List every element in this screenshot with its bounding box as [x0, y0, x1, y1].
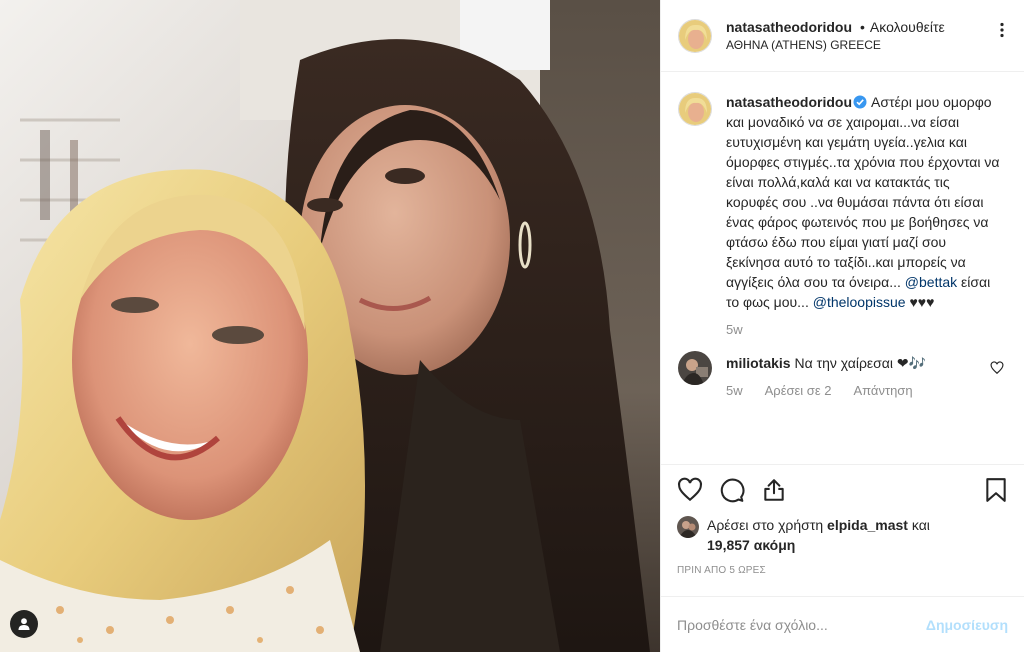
comment-likes-link[interactable]: Αρέσει σε 2 — [765, 383, 832, 398]
caption-avatar[interactable] — [678, 92, 712, 126]
caption-main-text: Αστέρι μου ομορφο και μοναδικό να σε χαι… — [726, 94, 1000, 290]
verified-badge-icon — [853, 95, 867, 109]
commenter-username[interactable]: miliotakis — [726, 355, 791, 371]
caption-text: natasatheodoridou Αστέρι μου ομορφο και … — [726, 92, 1004, 312]
post-photo[interactable] — [0, 0, 660, 652]
caption-block: natasatheodoridou Αστέρι μου ομορφο και … — [712, 92, 1004, 337]
more-options-button[interactable] — [994, 22, 1010, 41]
comment-item: miliotakis Να την χαίρεσαι ❤🎶 5w Αρέσει … — [678, 351, 1008, 398]
comment-text: miliotakis Να την χαίρεσαι ❤🎶 — [726, 351, 976, 373]
liker-avatar-image — [677, 516, 699, 538]
instagram-post: natasatheodoridou • Ακολουθείτε ΑΘΗΝΑ (A… — [0, 0, 1024, 652]
likes-and: και — [911, 517, 930, 533]
header-text: natasatheodoridou • Ακολουθείτε ΑΘΗΝΑ (A… — [726, 18, 945, 54]
author-username[interactable]: natasatheodoridou — [726, 18, 852, 36]
comments-section[interactable]: natasatheodoridou Αστέρι μου ομορφο και … — [661, 72, 1024, 464]
caption-avatar-image — [679, 93, 711, 125]
comment-meta: 5w Αρέσει σε 2 Απάντηση — [726, 383, 976, 398]
comment-input[interactable]: Προσθέστε ένα σχόλιο... — [677, 617, 828, 633]
header-separator: • — [860, 18, 865, 35]
comment-like-button[interactable] — [990, 361, 1004, 378]
comment-block: miliotakis Να την χαίρεσαι ❤🎶 5w Αρέσει … — [712, 351, 976, 398]
add-comment-bar: Προσθέστε ένα σχόλιο... Δημοσίευση — [661, 596, 1024, 652]
commenter-avatar-image — [678, 351, 712, 385]
following-button[interactable]: Ακολουθείτε — [870, 18, 945, 36]
post-comment-button[interactable]: Δημοσίευση — [926, 617, 1008, 633]
likes-count[interactable]: 19,857 ακόμη — [707, 537, 795, 553]
actions-section: Αρέσει στο χρήστη elpida_mast και 19,857… — [661, 464, 1024, 596]
location-link[interactable]: ΑΘΗΝΑ (ATHENS) GREECE — [726, 36, 945, 54]
liker-avatar[interactable] — [677, 516, 699, 538]
action-icons — [677, 475, 1008, 505]
caption-end-text: ♥♥♥ — [909, 294, 935, 310]
post-sidebar: natasatheodoridou • Ακολουθείτε ΑΘΗΝΑ (A… — [660, 0, 1024, 652]
heart-icon — [678, 477, 702, 502]
person-tag-icon — [18, 618, 30, 630]
mention-theloopissue[interactable]: @theloopissue — [813, 294, 906, 310]
author-avatar-image — [679, 19, 711, 52]
post-time-ago[interactable]: ΠΡΙΝ ΑΠΟ 5 ΩΡΕΣ — [677, 565, 1008, 576]
reply-button[interactable]: Απάντηση — [853, 383, 912, 398]
tags-button[interactable] — [10, 610, 38, 638]
comment-bubble-icon — [720, 478, 745, 503]
author-avatar[interactable] — [678, 18, 712, 53]
comment-content: Να την χαίρεσαι ❤🎶 — [794, 355, 927, 371]
comment-time: 5w — [726, 383, 743, 398]
likes-prefix: Αρέσει στο χρήστη — [707, 517, 824, 533]
like-button[interactable] — [677, 477, 703, 503]
selfie-image — [0, 0, 660, 652]
liker-username[interactable]: elpida_mast — [827, 517, 908, 533]
post-header: natasatheodoridou • Ακολουθείτε ΑΘΗΝΑ (A… — [661, 0, 1024, 72]
mention-bettak[interactable]: @bettak — [905, 274, 957, 290]
bookmark-icon — [986, 478, 1006, 502]
likes-summary: Αρέσει στο χρήστη elpida_mast και 19,857… — [677, 515, 1008, 555]
comment-button[interactable] — [719, 477, 745, 503]
more-options-icon — [1000, 22, 1004, 38]
caption-time: 5w — [726, 322, 743, 337]
share-icon — [764, 479, 784, 501]
heart-icon — [990, 361, 1004, 375]
commenter-avatar[interactable] — [678, 351, 712, 385]
save-button[interactable] — [984, 477, 1008, 506]
share-button[interactable] — [761, 477, 787, 503]
likes-text: Αρέσει στο χρήστη elpida_mast και 19,857… — [707, 515, 930, 555]
caption: natasatheodoridou Αστέρι μου ομορφο και … — [678, 92, 1008, 337]
caption-username[interactable]: natasatheodoridou — [726, 94, 852, 110]
caption-meta: 5w — [726, 322, 1004, 337]
